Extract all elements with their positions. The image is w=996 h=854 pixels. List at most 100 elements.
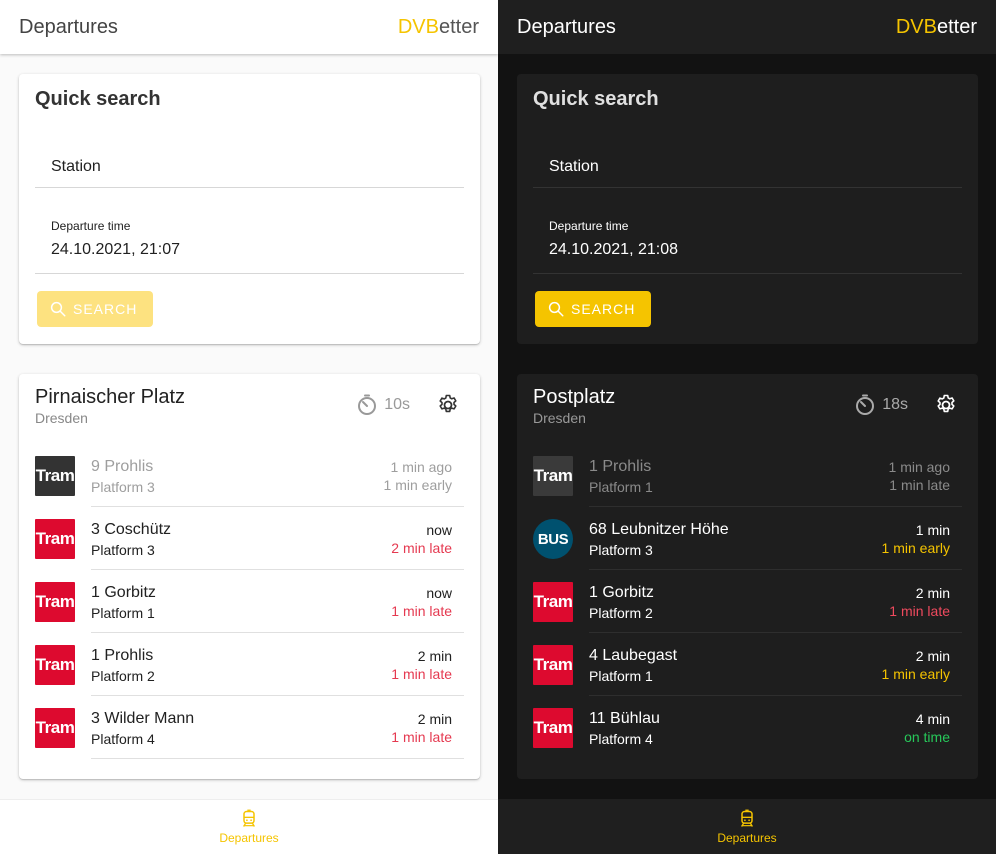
- brand-accent: DVB: [397, 15, 439, 38]
- search-button[interactable]: SEARCH: [37, 291, 154, 327]
- departure-time: 4 min: [915, 711, 950, 727]
- departure-line: 1 Gorbitz: [589, 584, 654, 601]
- departure-time-field[interactable]: Departure time 24.10.2021, 21:08: [533, 188, 962, 274]
- departure-line: 9 Prohlis: [91, 458, 154, 475]
- station-field[interactable]: Station: [35, 111, 464, 188]
- departure-time-value: 24.10.2021, 21:08: [549, 241, 679, 258]
- departure-time: 2 min: [915, 585, 950, 601]
- departure-time: 1 min ago: [390, 459, 452, 475]
- brand-rest: etter: [936, 15, 977, 38]
- train-icon: [741, 809, 753, 827]
- departure-platform: Platform 3: [91, 479, 155, 495]
- quick-search-card: Quick search Station Departure time 24.1…: [19, 74, 480, 344]
- departure-time-label: Departure time: [549, 219, 629, 233]
- departure-row[interactable]: Tram 3 Coschütz Platform 3 now 2 min lat…: [19, 507, 480, 570]
- brand-rest: etter: [438, 15, 479, 38]
- departure-line: 1 Prohlis: [91, 647, 154, 664]
- station-field[interactable]: Station: [533, 111, 962, 188]
- departure-line: 3 Wilder Mann: [91, 710, 195, 727]
- departure-delay: 1 min late: [889, 603, 950, 619]
- departure-platform: Platform 4: [91, 731, 155, 747]
- departure-time-value: 24.10.2021, 21:07: [51, 241, 181, 258]
- departure-time: 2 min: [417, 711, 452, 727]
- refresh-timer: 10s: [355, 393, 410, 417]
- tram-badge: Tram: [35, 582, 75, 622]
- search-button-label: SEARCH: [571, 301, 636, 317]
- station-card: Pirnaischer Platz Dresden 10s Tram 9 Pro…: [19, 374, 480, 779]
- departure-row[interactable]: Tram 1 Gorbitz Platform 2 2 min 1 min la…: [517, 570, 978, 633]
- departure-delay: 1 min late: [391, 666, 452, 682]
- search-button-label: SEARCH: [73, 301, 138, 317]
- settings-gear-icon[interactable]: [436, 393, 460, 417]
- timer-value: 10s: [384, 396, 410, 413]
- page-title: Departures: [19, 15, 118, 38]
- bottom-nav-departures[interactable]: Departures: [0, 799, 498, 854]
- departure-platform: Platform 1: [91, 605, 155, 621]
- page-title: Departures: [517, 15, 616, 38]
- brand-logo[interactable]: DVBetter: [896, 16, 977, 39]
- tram-badge: Tram: [533, 708, 573, 748]
- departure-delay: 1 min early: [383, 477, 452, 493]
- refresh-timer: 18s: [853, 393, 908, 417]
- search-icon: [50, 301, 66, 317]
- departure-platform: Platform 1: [589, 668, 653, 684]
- departure-delay: 1 min late: [391, 603, 452, 619]
- departure-time: now: [426, 585, 452, 601]
- departure-time: 1 min ago: [888, 459, 950, 475]
- departure-delay: 2 min late: [391, 540, 452, 556]
- departure-platform: Platform 2: [589, 605, 653, 621]
- quick-search-title: Quick search: [35, 88, 161, 110]
- app-bar: Departures DVBetter: [0, 0, 498, 54]
- station-card: Postplatz Dresden 18s Tram 1 Prohlis Pla…: [517, 374, 978, 779]
- departure-platform: Platform 3: [589, 542, 653, 558]
- search-icon: [548, 301, 564, 317]
- departure-row[interactable]: Tram 1 Prohlis Platform 2 2 min 1 min la…: [19, 633, 480, 696]
- station-field-label: Station: [549, 158, 599, 175]
- departure-line: 11 Bühlau: [589, 710, 660, 727]
- departure-time: now: [426, 522, 452, 538]
- departure-time-field[interactable]: Departure time 24.10.2021, 21:07: [35, 188, 464, 274]
- timer-icon: [358, 394, 377, 415]
- brand-logo[interactable]: DVBetter: [398, 16, 479, 39]
- departure-row[interactable]: Tram 11 Bühlau Platform 4 4 min on time: [517, 696, 978, 759]
- departure-delay: 1 min late: [391, 729, 452, 745]
- departure-row[interactable]: Tram 4 Laubegast Platform 1 2 min 1 min …: [517, 633, 978, 696]
- tram-badge: Tram: [533, 645, 573, 685]
- departure-line: 68 Leubnitzer Höhe: [589, 521, 729, 538]
- bottom-nav-label: Departures: [717, 830, 777, 845]
- dark-theme-pane: Departures DVBetter Quick search Station…: [498, 0, 996, 854]
- departure-time-label: Departure time: [51, 219, 131, 233]
- departure-time: 2 min: [417, 648, 452, 664]
- tram-badge: Tram: [533, 456, 573, 496]
- departure-platform: Platform 1: [589, 479, 653, 495]
- departure-row[interactable]: Tram 9 Prohlis Platform 3 1 min ago 1 mi…: [19, 444, 480, 507]
- light-theme-pane: Departures DVBetter Quick search Station…: [0, 0, 498, 854]
- departure-delay: 1 min early: [881, 540, 950, 556]
- quick-search-card: Quick search Station Departure time 24.1…: [517, 74, 978, 344]
- departure-line: 3 Coschütz: [91, 521, 172, 538]
- tram-badge: Tram: [35, 645, 75, 685]
- bottom-nav-departures[interactable]: Departures: [498, 799, 996, 854]
- tram-badge: Tram: [35, 519, 75, 559]
- tram-badge: Tram: [35, 456, 75, 496]
- departure-platform: Platform 3: [91, 542, 155, 558]
- bottom-nav-label: Departures: [219, 831, 279, 845]
- departure-time: 1 min: [915, 522, 950, 538]
- search-button[interactable]: SEARCH: [535, 291, 652, 327]
- departure-delay: 1 min late: [889, 477, 950, 493]
- tram-badge: Tram: [35, 708, 75, 748]
- quick-search-title: Quick search: [533, 88, 659, 110]
- timer-value: 18s: [882, 396, 908, 413]
- app-bar: Departures DVBetter: [498, 0, 996, 54]
- row-divider: [91, 758, 464, 759]
- timer-icon: [856, 394, 875, 415]
- settings-gear-icon[interactable]: [934, 393, 958, 417]
- departure-row[interactable]: BUS 68 Leubnitzer Höhe Platform 3 1 min …: [517, 507, 978, 570]
- tram-badge: Tram: [533, 582, 573, 622]
- departure-row[interactable]: Tram 1 Prohlis Platform 1 1 min ago 1 mi…: [517, 444, 978, 507]
- departure-row[interactable]: Tram 3 Wilder Mann Platform 4 2 min 1 mi…: [19, 696, 480, 759]
- brand-accent: DVB: [895, 15, 937, 38]
- train-icon: [243, 809, 255, 827]
- departure-row[interactable]: Tram 1 Gorbitz Platform 1 now 1 min late: [19, 570, 480, 633]
- departure-delay: on time: [904, 729, 950, 745]
